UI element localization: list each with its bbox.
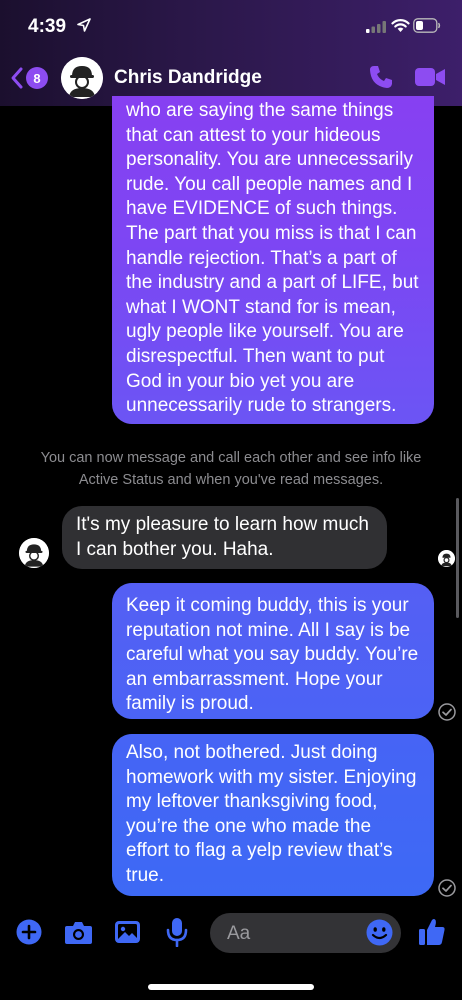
microphone-icon[interactable] bbox=[166, 917, 188, 947]
signal-icon bbox=[366, 21, 386, 33]
outgoing-message[interactable]: Also, not bothered. Just doing homework … bbox=[112, 734, 434, 896]
home-indicator[interactable] bbox=[148, 984, 314, 990]
scrollbar[interactable] bbox=[456, 498, 459, 618]
camera-icon[interactable] bbox=[64, 920, 93, 945]
phone-icon[interactable] bbox=[368, 64, 394, 90]
system-notice: You can now message and call each other … bbox=[40, 450, 422, 488]
status-time: 4:39 bbox=[28, 16, 67, 37]
plus-icon[interactable] bbox=[16, 919, 42, 945]
status-bar: 4:39 bbox=[0, 0, 462, 50]
unread-badge: 8 bbox=[26, 67, 48, 89]
delivered-check-icon bbox=[438, 879, 456, 897]
back-chevron-icon bbox=[11, 67, 23, 89]
delivered-check-icon bbox=[438, 703, 456, 721]
outgoing-message[interactable]: Keep it coming buddy, this is your reput… bbox=[112, 583, 434, 719]
incoming-message[interactable]: It's my pleasure to learn how much I can… bbox=[62, 506, 387, 569]
contact-avatar[interactable] bbox=[61, 57, 103, 99]
gallery-icon[interactable] bbox=[114, 920, 141, 944]
back-button[interactable]: 8 bbox=[10, 64, 50, 92]
contact-name[interactable]: Chris Dandridge bbox=[114, 67, 262, 89]
battery-icon bbox=[413, 18, 441, 33]
wifi-icon bbox=[391, 19, 410, 32]
avatar-person-icon bbox=[19, 538, 49, 568]
outgoing-message[interactable]: who are saying the same things that can … bbox=[112, 96, 434, 424]
emoji-icon[interactable] bbox=[366, 919, 393, 946]
location-arrow-icon bbox=[77, 18, 91, 32]
avatar-person-icon bbox=[438, 550, 455, 567]
read-receipt-avatar bbox=[438, 550, 455, 567]
avatar-person-icon bbox=[61, 57, 103, 99]
sender-avatar[interactable] bbox=[19, 538, 49, 568]
thumbs-up-icon[interactable] bbox=[418, 917, 446, 946]
video-camera-icon[interactable] bbox=[414, 65, 446, 89]
